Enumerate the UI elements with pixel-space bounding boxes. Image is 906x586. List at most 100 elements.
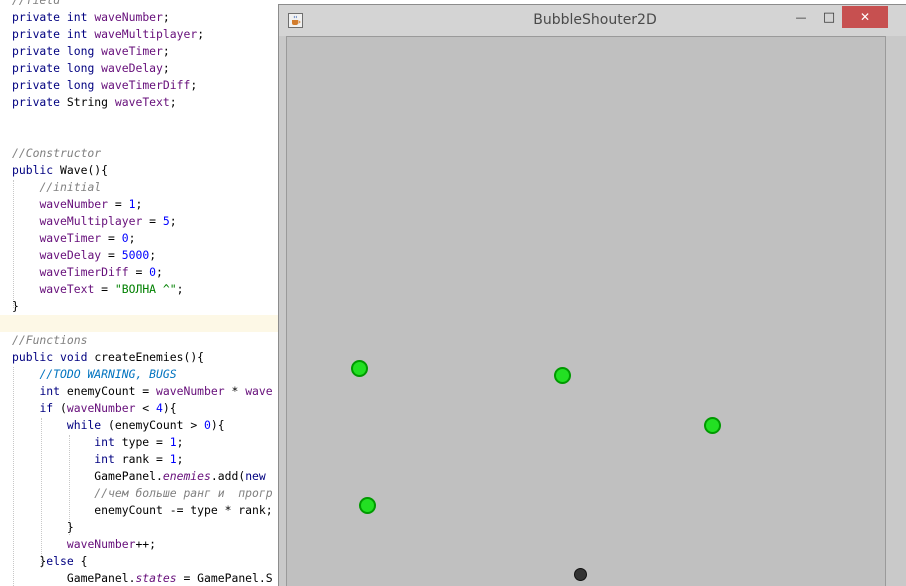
code-token: ; bbox=[190, 78, 198, 92]
code-line: waveText = "ВОЛНА ^"; bbox=[12, 281, 273, 298]
code-token: ; bbox=[162, 10, 170, 24]
code-token: ){ bbox=[162, 401, 177, 415]
code-token: //TODO WARNING, BUGS bbox=[39, 367, 177, 381]
code-token: 0 bbox=[204, 418, 211, 432]
code-token: long bbox=[66, 44, 102, 58]
code-token: waveNumber bbox=[94, 10, 163, 24]
game-window[interactable]: BubbleShouter2D — □ ✕ bbox=[278, 4, 906, 586]
code-line: private String waveText; bbox=[12, 94, 273, 111]
code-token: ; bbox=[176, 452, 184, 466]
code-token: //Functions bbox=[12, 333, 88, 347]
code-token: waveText bbox=[114, 95, 170, 109]
code-line: while (enemyCount > 0){ bbox=[12, 417, 273, 434]
code-line: //TODO WARNING, BUGS bbox=[12, 366, 273, 383]
minimize-icon: — bbox=[795, 10, 807, 24]
code-token: { bbox=[80, 554, 88, 568]
code-token: new bbox=[245, 469, 273, 483]
code-token: (enemyCount > bbox=[108, 418, 205, 432]
code-token: < bbox=[135, 401, 157, 415]
code-line: private long waveTimer; bbox=[12, 43, 273, 60]
code-token: wave bbox=[245, 384, 273, 398]
code-line: GamePanel.enemies.add(new bbox=[12, 468, 273, 485]
code-token: ; bbox=[156, 265, 163, 279]
code-line: } bbox=[12, 298, 273, 315]
code-line: //Constructor bbox=[12, 145, 273, 162]
code-token: = bbox=[128, 265, 150, 279]
maximize-icon: □ bbox=[822, 9, 836, 25]
enemy-bubble bbox=[351, 360, 368, 377]
code-token: GamePanel. bbox=[12, 571, 136, 585]
code-text[interactable]: //field private int waveNumber; private in… bbox=[12, 0, 273, 586]
code-token: int bbox=[66, 10, 95, 24]
code-token: waveTimerDiff bbox=[101, 78, 191, 92]
code-token: ; bbox=[162, 44, 170, 58]
maximize-button[interactable]: □ bbox=[815, 6, 843, 28]
code-token: 0 bbox=[149, 265, 157, 279]
code-line: enemyCount -= type * rank; bbox=[12, 502, 273, 519]
code-token: = GamePanel.S bbox=[176, 571, 273, 585]
code-token: 5 bbox=[162, 214, 170, 228]
game-canvas[interactable] bbox=[286, 36, 886, 586]
code-line: private long waveDelay; bbox=[12, 60, 273, 77]
code-token: int bbox=[94, 435, 122, 449]
code-token: enemyCount = bbox=[66, 384, 157, 398]
code-token: 4 bbox=[156, 401, 163, 415]
code-line: int rank = 1; bbox=[12, 451, 273, 468]
code-line: public Wave(){ bbox=[12, 162, 273, 179]
code-line: private int waveMultiplayer; bbox=[12, 26, 273, 43]
close-icon: ✕ bbox=[859, 10, 871, 24]
code-token: 5000 bbox=[121, 248, 150, 262]
code-token: = bbox=[101, 231, 122, 245]
code-line: //initial bbox=[12, 179, 273, 196]
code-line: waveDelay = 5000; bbox=[12, 247, 273, 264]
code-token: private bbox=[12, 95, 67, 109]
code-token: = bbox=[142, 214, 163, 228]
minimize-button[interactable]: — bbox=[787, 6, 815, 28]
code-token: rank = bbox=[121, 452, 170, 466]
code-token: public bbox=[12, 350, 61, 364]
code-token: states bbox=[135, 571, 177, 585]
code-line: public void createEnemies(){ bbox=[12, 349, 273, 366]
code-line: //чем больше ранг и прогр bbox=[12, 485, 273, 502]
code-token: waveMultiplayer bbox=[39, 214, 143, 228]
code-token: type = bbox=[121, 435, 170, 449]
code-line: //field bbox=[12, 0, 273, 9]
code-token: ++; bbox=[135, 537, 157, 551]
code-token: private bbox=[12, 78, 67, 92]
code-line: //Functions bbox=[12, 332, 273, 349]
code-token: //initial bbox=[39, 180, 102, 194]
code-line: private int waveNumber; bbox=[12, 9, 273, 26]
code-line: waveTimer = 0; bbox=[12, 230, 273, 247]
code-token: GamePanel. bbox=[12, 469, 163, 483]
code-line: GamePanel.states = GamePanel.S bbox=[12, 570, 273, 586]
code-token: waveMultiplayer bbox=[94, 27, 198, 41]
code-token: waveNumber bbox=[66, 401, 136, 415]
code-token: waveNumber bbox=[156, 384, 225, 398]
code-token: //Constructor bbox=[12, 146, 102, 160]
code-token: 1 bbox=[169, 452, 177, 466]
close-button[interactable]: ✕ bbox=[842, 6, 888, 28]
code-line: waveTimerDiff = 0; bbox=[12, 264, 273, 281]
code-token: waveText bbox=[39, 282, 95, 296]
code-token: } bbox=[12, 520, 74, 534]
code-token: waveDelay bbox=[101, 61, 163, 75]
code-token: int bbox=[66, 27, 95, 41]
code-token: private bbox=[12, 61, 67, 75]
code-line: private long waveTimerDiff; bbox=[12, 77, 273, 94]
desktop: //field private int waveNumber; private in… bbox=[0, 0, 906, 586]
code-line: } bbox=[12, 519, 273, 536]
window-titlebar[interactable]: BubbleShouter2D — □ ✕ bbox=[279, 5, 906, 36]
code-token: waveTimerDiff bbox=[39, 265, 129, 279]
